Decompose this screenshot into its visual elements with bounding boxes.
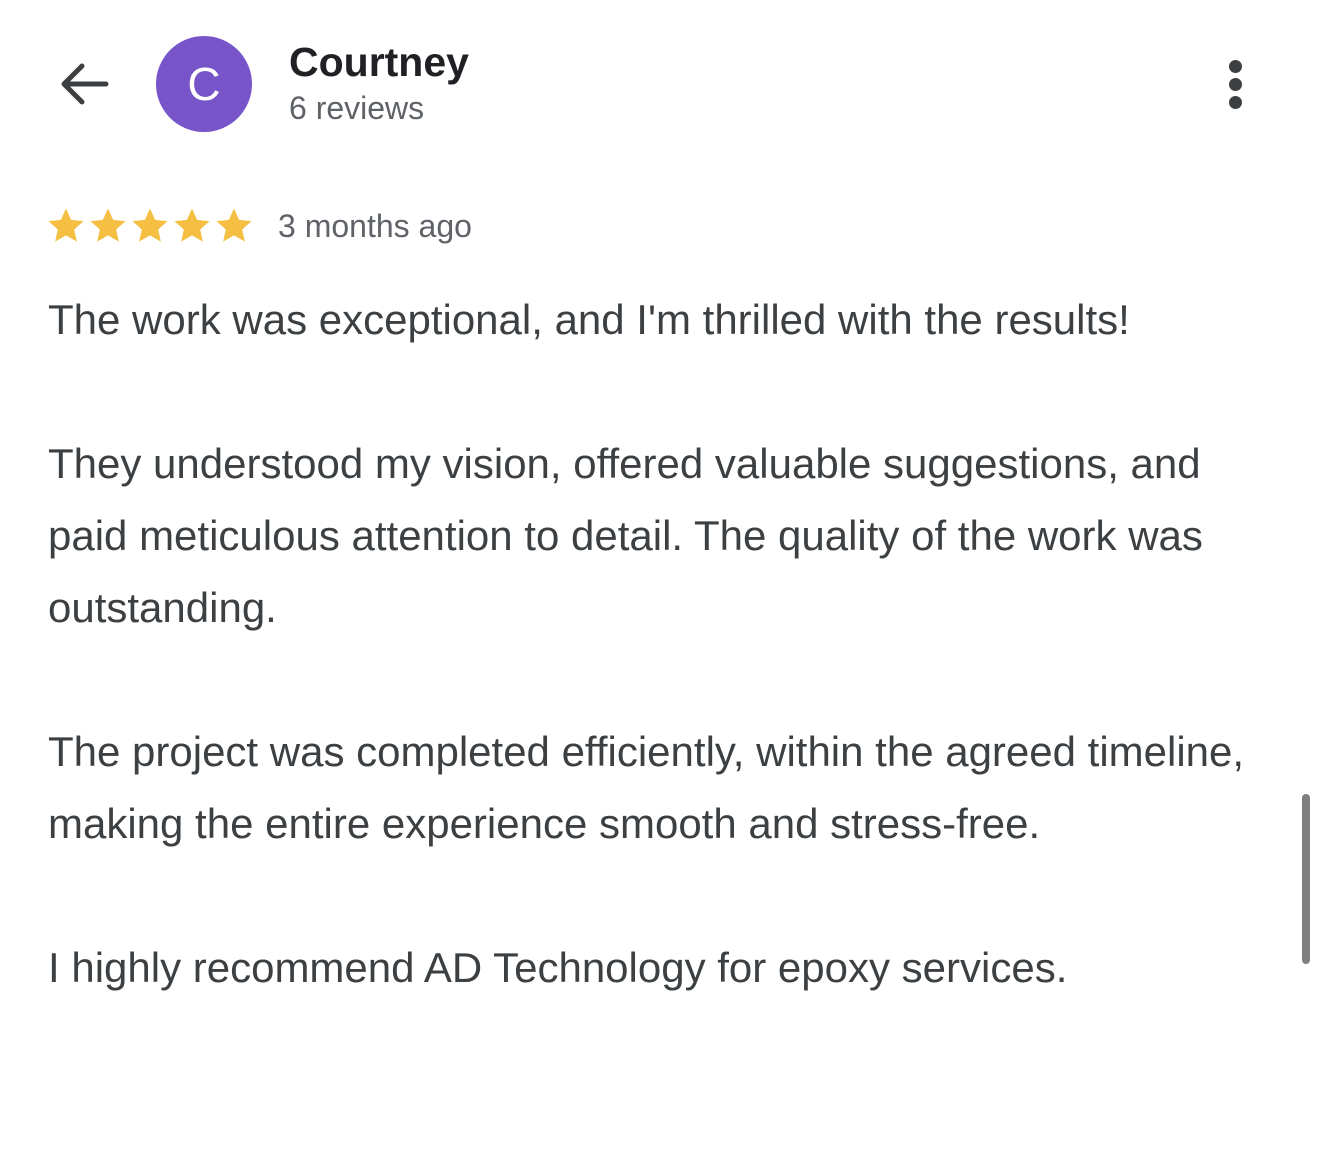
star-icon <box>90 208 126 242</box>
star-rating <box>46 206 254 246</box>
star-icon <box>216 208 252 242</box>
arrow-left-icon <box>61 63 109 105</box>
star-icon <box>48 208 84 242</box>
review-paragraph: They understood my vision, offered valua… <box>48 440 1203 631</box>
star-icon <box>174 208 210 242</box>
avatar[interactable]: C <box>156 36 252 132</box>
more-options-button[interactable] <box>1216 56 1256 112</box>
review-text: The work was exceptional, and I'm thrill… <box>48 284 1278 1004</box>
review-paragraph: I highly recommend AD Technology for epo… <box>48 944 1068 991</box>
rating-row: 3 months ago <box>46 204 472 248</box>
review-paragraph: The project was completed efficiently, w… <box>48 728 1245 847</box>
review-date: 3 months ago <box>278 208 472 244</box>
back-button[interactable] <box>54 56 114 112</box>
review-detail-screen: C Courtney 6 reviews 3 months ago The wo… <box>0 0 1320 1175</box>
reviewer-review-count: 6 reviews <box>289 90 425 126</box>
star-icon <box>132 208 168 242</box>
review-paragraph: The work was exceptional, and I'm thrill… <box>48 296 1130 343</box>
scrollbar[interactable] <box>1302 794 1310 964</box>
reviewer-name[interactable]: Courtney <box>289 38 469 86</box>
